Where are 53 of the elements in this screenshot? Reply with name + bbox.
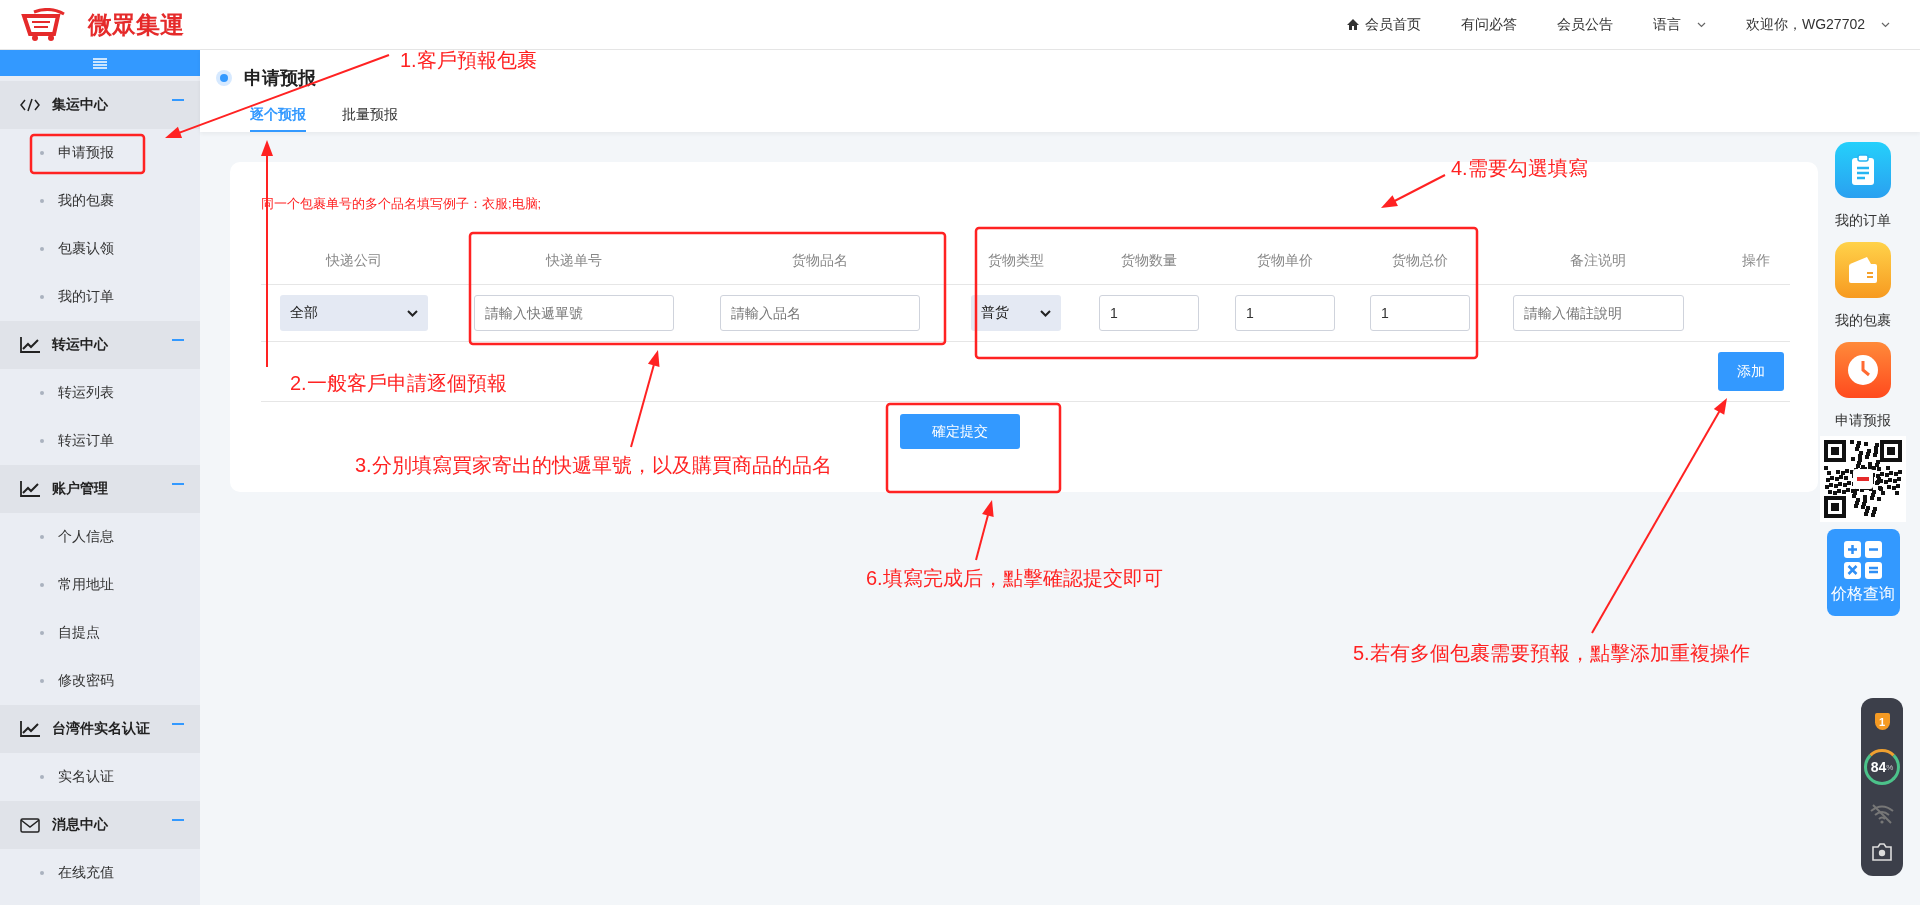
sidebar-item[interactable]: 在线充值 xyxy=(0,849,200,897)
dropdown[interactable]: 普货 xyxy=(971,295,1061,331)
annotation-text: 5.若有多個包裹需要預報，點擊添加重複操作 xyxy=(1353,641,1750,666)
sidebar-item[interactable]: 自提点 xyxy=(0,609,200,657)
column-header: 操作 xyxy=(1721,238,1790,285)
sidebar-item[interactable]: 申请预报 xyxy=(0,129,200,177)
nav-link[interactable]: 会员首页 xyxy=(1346,15,1421,34)
sidebar-group[interactable]: 账户管理 xyxy=(0,465,200,513)
annotation-text: 6.填寫完成后，點擊確認提交即可 xyxy=(866,566,1163,591)
page-title: 申请预报 xyxy=(244,67,316,90)
sidebar-item[interactable]: 个人信息 xyxy=(0,513,200,561)
column-header: 货物品名 xyxy=(701,238,939,285)
sidebar-item[interactable]: 转运列表 xyxy=(0,369,200,417)
sidebar-item[interactable]: 我的订单 xyxy=(0,273,200,321)
sidebar-item[interactable]: 转运订单 xyxy=(0,417,200,465)
annotation-text: 1.客戶預報包裹 xyxy=(400,48,537,73)
level-badge: 1 xyxy=(1874,713,1890,731)
sidebar-item[interactable]: 实名认证 xyxy=(0,753,200,801)
column-header: 货物总价 xyxy=(1365,238,1475,285)
nav-link[interactable]: 语言 xyxy=(1652,15,1706,34)
quick-link-label[interactable]: 申请预报 xyxy=(1835,412,1891,430)
sidebar-item[interactable]: 常用地址 xyxy=(0,561,200,609)
input-field[interactable]: 1 xyxy=(1099,295,1199,331)
quick-link-label[interactable]: 我的包裹 xyxy=(1835,312,1891,330)
sidebar-group[interactable]: 消息中心 xyxy=(0,801,200,849)
input-field[interactable]: 請輸入備註說明 xyxy=(1512,295,1684,331)
annotation-text: 3.分別填寫買家寄出的快遞單號，以及購買商品的品名 xyxy=(355,453,832,478)
column-header: 货物单价 xyxy=(1205,238,1365,285)
usage-gauge: 84% xyxy=(1864,749,1900,786)
nav-link[interactable]: 会员公告 xyxy=(1556,15,1613,34)
tab[interactable]: 批量预报 xyxy=(342,106,398,132)
nav-link[interactable]: 欢迎你，WG27702 xyxy=(1745,15,1890,34)
sidebar-group[interactable]: 台湾件实名认证 xyxy=(0,705,200,753)
input-field[interactable]: 1 xyxy=(1235,295,1335,331)
sidebar-item[interactable]: 我的包裹 xyxy=(0,177,200,225)
sidebar-item[interactable]: 修改密码 xyxy=(0,657,200,705)
column-header: 快递单号 xyxy=(447,238,701,285)
annotation-text: 4.需要勾選填寫 xyxy=(1451,156,1588,181)
dropdown[interactable]: 全部 xyxy=(280,295,428,331)
annotation-text: 2.一般客戶申請逐個預報 xyxy=(290,371,507,396)
input-field[interactable]: 請輸入品名 xyxy=(720,295,920,331)
column-header: 货物类型 xyxy=(939,238,1093,285)
input-field[interactable]: 1 xyxy=(1370,295,1470,331)
logo-text: 微眾集運 xyxy=(88,9,184,40)
nav-link[interactable]: 有问必答 xyxy=(1460,15,1517,34)
quick-link-label[interactable]: 我的订单 xyxy=(1835,212,1891,230)
column-header: 快递公司 xyxy=(261,238,447,285)
sidebar-group[interactable]: 转运中心 xyxy=(0,321,200,369)
sidebar-group[interactable]: 集运中心 xyxy=(0,81,200,129)
column-header: 货物数量 xyxy=(1093,238,1205,285)
input-field[interactable]: 請輸入快遞單號 xyxy=(474,295,674,331)
column-header: 备注说明 xyxy=(1475,238,1721,285)
sidebar-item[interactable]: 包裹认领 xyxy=(0,225,200,273)
